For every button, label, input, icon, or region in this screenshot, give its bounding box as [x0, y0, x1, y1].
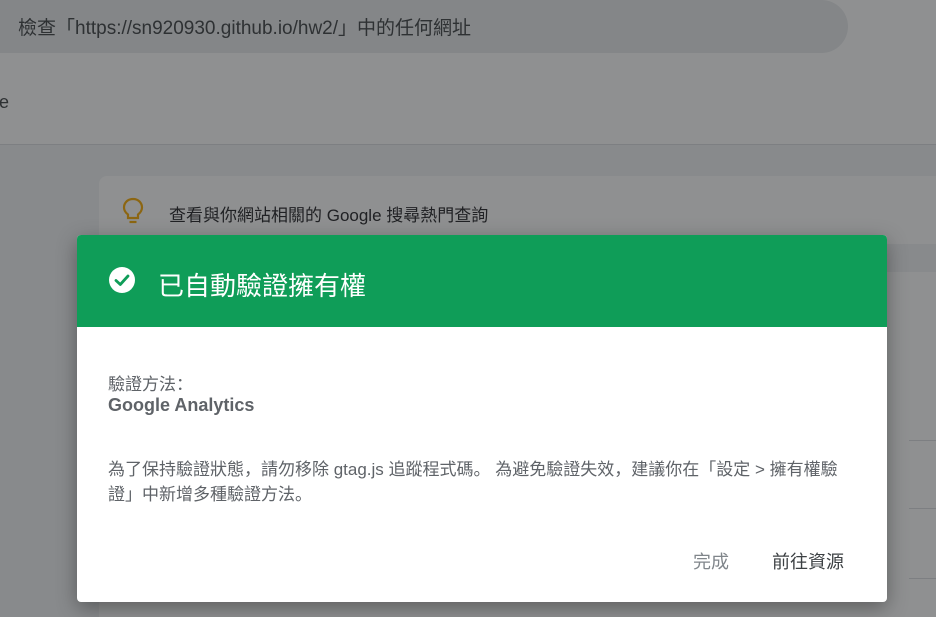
verification-notice: 為了保持驗證狀態，請勿移除 gtag.js 追蹤程式碼。 為避免驗證失效，建議你…: [108, 460, 838, 504]
check-circle-icon: [108, 266, 136, 294]
go-to-property-button[interactable]: 前往資源: [764, 543, 852, 579]
ownership-verified-dialog: 已自動驗證擁有權 驗證方法： Google Analytics 為了保持驗證狀態…: [77, 235, 887, 602]
done-button[interactable]: 完成: [685, 543, 737, 579]
dialog-title: 已自動驗證擁有權: [158, 271, 367, 301]
verification-method-value: Google Analytics: [108, 395, 255, 415]
dialog-header: 已自動驗證擁有權: [77, 235, 887, 327]
verification-method-label: 驗證方法：: [108, 375, 193, 394]
